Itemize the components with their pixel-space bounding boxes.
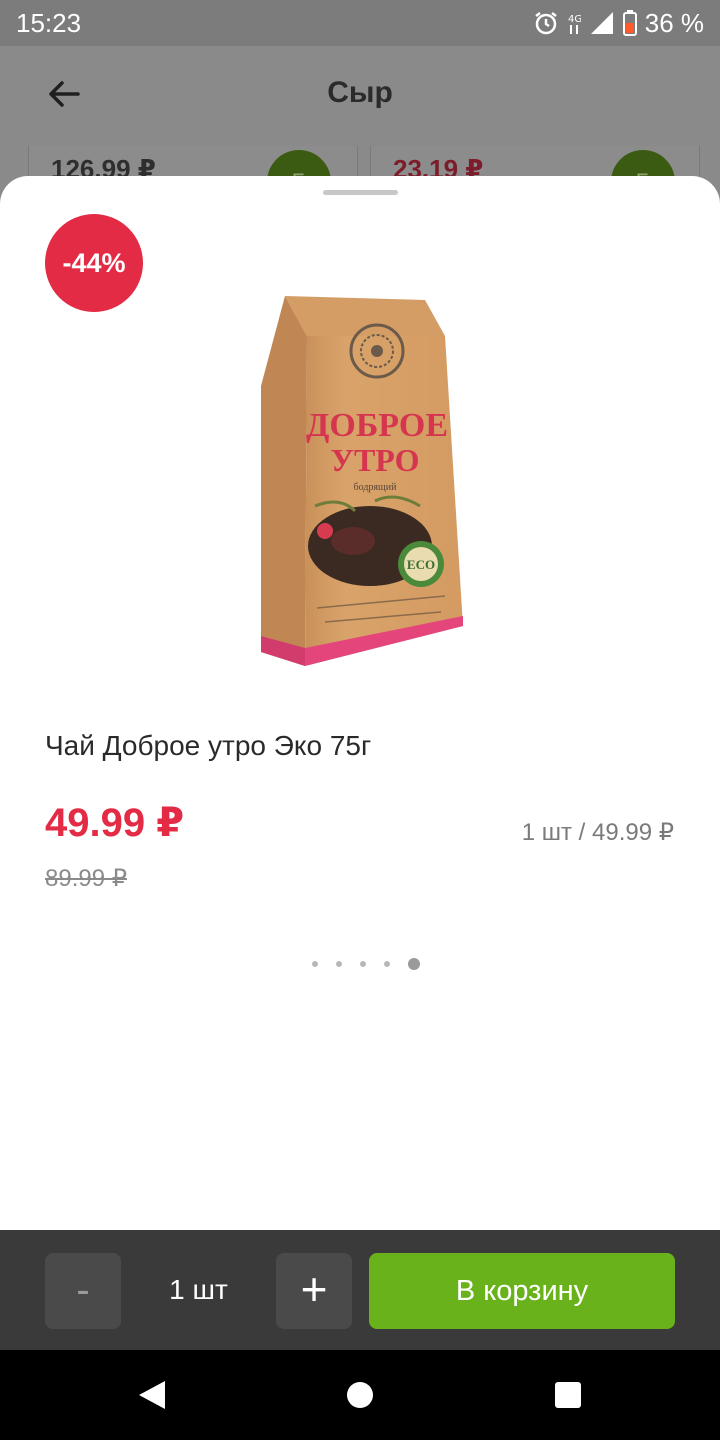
battery-icon [622,10,637,36]
pager-dot[interactable] [312,961,318,967]
increase-quantity-button[interactable]: + [276,1253,352,1329]
status-time: 15:23 [16,8,82,38]
package-eco: ECO [407,557,435,572]
package-subtitle: бодрящий [354,482,398,493]
product-bottom-sheet: -44% ДОБРОЕ УТРО бодрящий ECO Чай Доброе… [0,176,720,1230]
battery-percent: 36 % [644,7,704,38]
pager-dot[interactable] [336,961,342,967]
status-bar: 15:23 4G 36 % [0,0,720,46]
nav-back-button[interactable] [127,1370,177,1420]
svg-text:4G: 4G [568,14,581,25]
page-title: Сыр [327,76,393,109]
pager-dot[interactable] [384,961,390,967]
discount-badge: -44% [45,214,143,312]
product-image[interactable]: ДОБРОЕ УТРО бодрящий ECO [245,296,475,676]
add-to-cart-button[interactable]: В корзину [369,1253,675,1329]
current-price: 49.99 ₽ [45,801,185,845]
unit-price: 1 шт / 49.99 ₽ [521,819,674,846]
signal-icon [590,12,613,34]
package-brand-line2: УТРО [330,442,419,478]
package-brand-line1: ДОБРОЕ [306,407,448,444]
old-price: 89.99 ₽ [45,865,127,892]
network-4g-icon: 4G [568,14,581,34]
image-pager [0,958,720,970]
product-title: Чай Доброе утро Эко 75г [45,730,372,761]
system-nav-bar [0,1350,720,1440]
background-header: Сыр [0,46,720,142]
status-icons: 4G 36 % [533,8,704,38]
alarm-icon [534,12,557,35]
quantity-value: 1 шт [169,1274,228,1305]
nav-recents-button[interactable] [543,1370,593,1420]
drag-handle[interactable] [323,190,398,195]
cart-action-bar: - 1 шт + В корзину [0,1230,720,1350]
decrease-quantity-button[interactable]: - [45,1253,121,1329]
recents-square-icon [555,1382,581,1408]
pager-dot-active[interactable] [408,958,420,970]
nav-home-button[interactable] [335,1370,385,1420]
home-circle-icon [347,1382,373,1408]
pager-dot[interactable] [360,961,366,967]
back-triangle-icon [139,1381,165,1409]
